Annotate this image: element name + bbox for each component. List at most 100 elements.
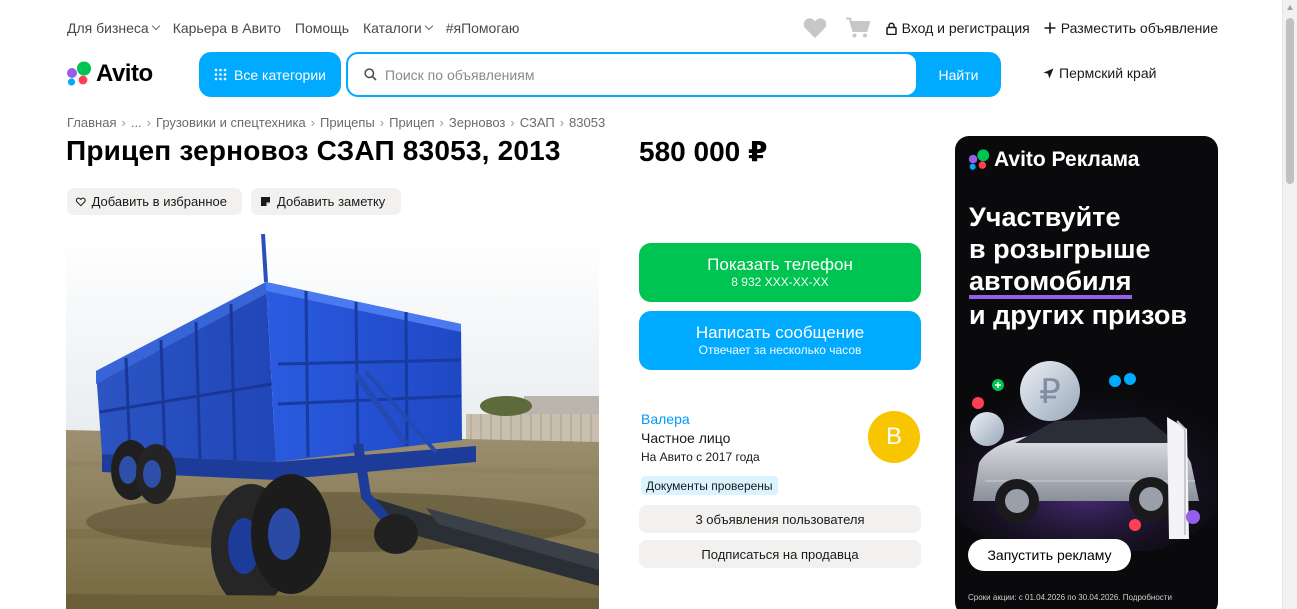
scroll-thumb[interactable] bbox=[1286, 18, 1294, 184]
post-ad-label: Разместить объявление bbox=[1060, 20, 1218, 36]
breadcrumb-separator: › bbox=[379, 115, 385, 130]
breadcrumb-separator: › bbox=[146, 115, 152, 130]
search-bar: Найти bbox=[346, 52, 1001, 97]
seller-ads-label: 3 объявления пользователя bbox=[695, 511, 865, 527]
top-link-label: #яПомогаю bbox=[445, 20, 520, 36]
ad-banner[interactable]: Avito Реклама Участвуйте в розыгрыше авт… bbox=[955, 136, 1218, 609]
ad-fine-print: Сроки акции: с 01.04.2026 по 30.04.2026.… bbox=[968, 593, 1172, 602]
region-label: Пермский край bbox=[1059, 65, 1157, 81]
logo-dot-blue bbox=[67, 78, 76, 86]
top-link-label: Карьера в Авито bbox=[172, 20, 281, 36]
ad-brand-text: Avito Реклама bbox=[994, 148, 1140, 171]
top-nav: Для бизнеса Карьера в Авито Помощь Катал… bbox=[67, 19, 519, 37]
subscribe-button[interactable]: Подписаться на продавца bbox=[639, 540, 921, 568]
ad-brand-logo: Avito Реклама bbox=[968, 148, 1139, 172]
car-prize-illustration: ₽ bbox=[955, 361, 1218, 551]
heart-outline-icon bbox=[76, 197, 86, 206]
avatar[interactable]: В bbox=[868, 411, 920, 463]
cart-icon[interactable] bbox=[845, 17, 870, 39]
response-time: Отвечает за несколько часов bbox=[698, 343, 862, 357]
top-link-label: Помощь bbox=[294, 20, 349, 36]
breadcrumb-item[interactable]: СЗАП bbox=[520, 115, 555, 130]
logo-text: Avito bbox=[96, 60, 153, 87]
region-selector[interactable]: Пермский край bbox=[1043, 65, 1156, 81]
subscribe-label: Подписаться на продавца bbox=[701, 546, 859, 562]
page-scrollbar[interactable] bbox=[1282, 0, 1297, 609]
breadcrumb-separator: › bbox=[121, 115, 126, 130]
scroll-up-arrow-icon[interactable] bbox=[1287, 5, 1293, 10]
breadcrumb-separator: › bbox=[559, 115, 565, 130]
launch-ad-button[interactable]: Запустить рекламу bbox=[968, 539, 1131, 571]
plus-icon bbox=[1044, 22, 1056, 34]
login-link[interactable]: Вход и регистрация bbox=[885, 20, 1030, 36]
top-link-business[interactable]: Для бизнеса bbox=[67, 20, 160, 36]
listing-title: Прицеп зерновоз СЗАП 83053, 2013 bbox=[66, 135, 561, 166]
breadcrumb-item[interactable]: Главная bbox=[67, 115, 116, 130]
ad-headline-line: в розыгрыше bbox=[969, 234, 1151, 264]
search-input[interactable] bbox=[385, 66, 885, 83]
avito-logo[interactable]: Avito bbox=[66, 60, 153, 88]
launch-ad-label: Запустить рекламу bbox=[987, 547, 1112, 563]
all-categories-button[interactable]: Все категории bbox=[199, 52, 341, 97]
logo-dot-red bbox=[78, 75, 88, 85]
listing-price: 580 000 ₽ bbox=[639, 136, 768, 167]
seller-name[interactable]: Валера bbox=[641, 411, 690, 427]
listing-photo[interactable] bbox=[66, 234, 599, 609]
top-link-label: Для бизнеса bbox=[67, 20, 149, 36]
search-field[interactable] bbox=[348, 54, 916, 95]
ad-headline-line: и других призов bbox=[969, 300, 1187, 330]
user-menu: Вход и регистрация Разместить объявление bbox=[803, 16, 1218, 40]
show-phone-label: Показать телефон bbox=[707, 255, 853, 274]
ad-headline: Участвуйте в розыгрыше автомобиля и друг… bbox=[969, 201, 1214, 331]
logo-dot-purple bbox=[67, 68, 77, 78]
ad-headline-line: Участвуйте bbox=[969, 202, 1121, 232]
top-link-label: Каталоги bbox=[363, 20, 422, 36]
location-arrow-icon bbox=[1043, 68, 1054, 78]
avatar-letter: В bbox=[885, 423, 902, 450]
avito-logo-icon bbox=[968, 149, 990, 170]
trailer-photo-illustration bbox=[66, 234, 599, 609]
breadcrumb-item[interactable]: 83053 bbox=[569, 115, 605, 130]
find-label: Найти bbox=[938, 66, 979, 83]
top-link-catalogs[interactable]: Каталоги bbox=[363, 20, 433, 36]
breadcrumb-item[interactable]: Прицепы bbox=[320, 115, 375, 130]
ad-headline-highlight: автомобиля bbox=[969, 267, 1132, 299]
breadcrumb-item[interactable]: ... bbox=[131, 115, 142, 130]
note-icon bbox=[261, 197, 270, 206]
add-to-favorites-label: Добавить в избранное bbox=[91, 194, 227, 209]
breadcrumb-separator: › bbox=[310, 115, 316, 130]
add-note-label: Добавить заметку bbox=[277, 194, 386, 209]
status-badge: Документы проверены bbox=[641, 476, 778, 495]
grid-dots-icon bbox=[214, 68, 227, 81]
show-phone-button[interactable]: Показать телефон 8 932 XXX-XX-XX bbox=[639, 243, 921, 302]
write-message-button[interactable]: Написать сообщение Отвечает за несколько… bbox=[639, 311, 921, 370]
svg-text:₽: ₽ bbox=[1039, 372, 1061, 412]
breadcrumb-separator: › bbox=[510, 115, 515, 130]
find-button[interactable]: Найти bbox=[916, 52, 1001, 97]
add-to-favorites-button[interactable]: Добавить в избранное bbox=[67, 188, 242, 215]
write-message-label: Написать сообщение bbox=[695, 323, 865, 342]
chevron-down-icon bbox=[424, 21, 433, 31]
top-link-ihelp[interactable]: #яПомогаю bbox=[446, 20, 520, 36]
avito-logo-icon bbox=[67, 61, 91, 86]
add-note-button[interactable]: Добавить заметку bbox=[251, 188, 401, 215]
breadcrumb: Главная › ... › Грузовики и спецтехника … bbox=[67, 115, 605, 130]
search-icon bbox=[364, 68, 377, 81]
top-link-help[interactable]: Помощь bbox=[295, 20, 349, 36]
heart-icon[interactable] bbox=[803, 17, 827, 39]
seller-ads-button[interactable]: 3 объявления пользователя bbox=[639, 505, 921, 533]
breadcrumb-item[interactable]: Грузовики и спецтехника bbox=[156, 115, 306, 130]
all-categories-label: Все категории bbox=[234, 66, 326, 83]
seller-type: Частное лицо bbox=[641, 430, 731, 446]
breadcrumb-separator: › bbox=[439, 115, 444, 130]
post-ad-link[interactable]: Разместить объявление bbox=[1044, 20, 1218, 36]
breadcrumb-item[interactable]: Зерновоз bbox=[449, 115, 506, 130]
breadcrumb-item[interactable]: Прицеп bbox=[389, 115, 434, 130]
seller-since: На Авито с 2017 года bbox=[641, 450, 760, 464]
logo-dot-green bbox=[77, 61, 91, 76]
top-link-career[interactable]: Карьера в Авито bbox=[173, 20, 281, 36]
login-label: Вход и регистрация bbox=[901, 20, 1030, 36]
phone-masked: 8 932 XXX-XX-XX bbox=[731, 275, 829, 289]
chevron-down-icon bbox=[151, 21, 160, 31]
lock-icon bbox=[885, 22, 897, 35]
